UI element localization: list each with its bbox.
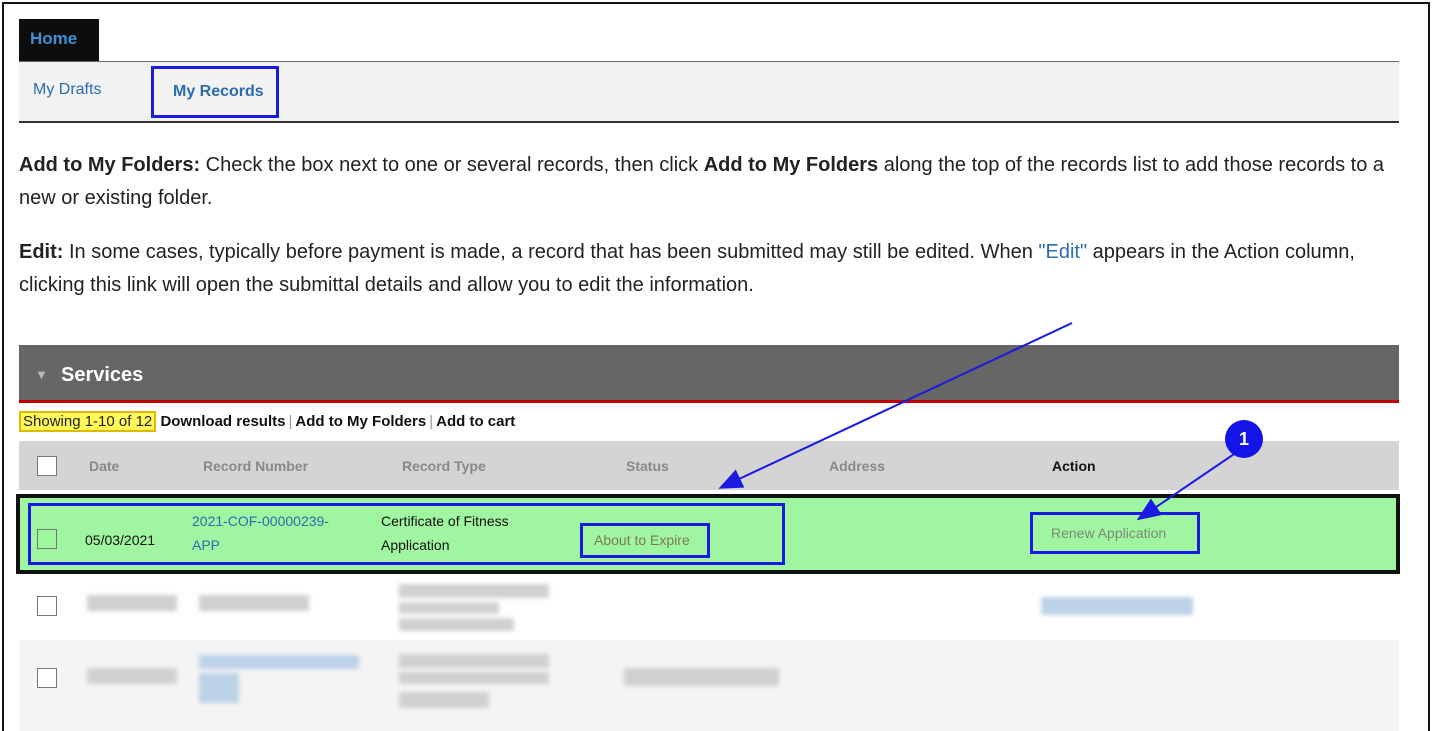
separator: |	[429, 413, 434, 430]
column-record-type[interactable]: Record Type	[402, 458, 486, 474]
annotation-badge: 1	[1225, 420, 1263, 458]
redacted-record-type	[399, 584, 549, 598]
edit-instructions-text-1: In some cases, typically before payment …	[63, 241, 1039, 263]
nav-my-drafts[interactable]: My Drafts	[33, 81, 101, 99]
add-to-folders-heading: Add to My Folders:	[19, 154, 201, 176]
add-to-folders-link[interactable]: Add to My Folders	[295, 413, 426, 430]
home-tab[interactable]: Home	[19, 19, 99, 61]
services-section-header[interactable]: ▼ Services	[19, 345, 1399, 403]
row-record-number[interactable]: 2021-COF-00000239- APP	[192, 509, 329, 557]
redacted-record-number	[199, 595, 309, 611]
column-action: Action	[1052, 458, 1096, 474]
row-checkbox[interactable]	[37, 596, 57, 616]
separator: |	[288, 413, 293, 430]
table-header: Date Record Number Record Type Status Ad…	[19, 441, 1399, 490]
table-row-highlighted: 05/03/2021 2021-COF-00000239- APP Certif…	[16, 494, 1400, 574]
add-to-folders-emphasis: Add to My Folders	[703, 154, 879, 176]
showing-count: Showing 1-10 of 12	[19, 411, 157, 432]
record-number-line-1[interactable]: 2021-COF-00000239-	[192, 509, 329, 533]
edit-instructions: Edit: In some cases, typically before pa…	[19, 236, 1399, 302]
row-record-type: Certificate of Fitness Application	[381, 509, 509, 557]
home-tab-label: Home	[30, 29, 78, 48]
sub-navigation: My Drafts My Records	[19, 61, 1399, 123]
download-results-link[interactable]: Download results	[160, 413, 285, 430]
table-row	[19, 640, 1399, 731]
redacted-record-type	[399, 654, 549, 668]
redacted-date	[87, 668, 177, 684]
column-status[interactable]: Status	[626, 458, 669, 474]
column-date[interactable]: Date	[89, 458, 119, 474]
edit-link[interactable]: "Edit"	[1038, 241, 1087, 263]
row-checkbox[interactable]	[37, 529, 57, 549]
row-checkbox[interactable]	[37, 668, 57, 688]
record-number-line-2[interactable]: APP	[192, 533, 329, 557]
redacted-status	[624, 668, 779, 686]
nav-my-records[interactable]: My Records	[173, 83, 264, 101]
renew-application-link[interactable]: Renew Application	[1051, 525, 1166, 541]
table-row	[19, 580, 1399, 636]
add-to-folders-instructions: Add to My Folders: Check the box next to…	[19, 149, 1399, 215]
column-record-number[interactable]: Record Number	[203, 458, 308, 474]
column-address[interactable]: Address	[829, 458, 885, 474]
redacted-record-type	[399, 672, 549, 684]
redacted-record-number[interactable]	[199, 655, 359, 669]
services-title: Services	[61, 364, 144, 386]
add-instructions-text-1: Check the box next to one or several rec…	[200, 154, 704, 176]
redacted-record-number[interactable]	[199, 673, 239, 703]
record-type-line-2: Application	[381, 537, 450, 553]
row-status: About to Expire	[594, 532, 690, 548]
redacted-action-link[interactable]	[1041, 597, 1193, 615]
redacted-record-type	[399, 602, 499, 614]
add-to-cart-link[interactable]: Add to cart	[436, 413, 515, 430]
nav-my-records-highlight[interactable]: My Records	[151, 66, 279, 118]
redacted-date	[87, 595, 177, 611]
redacted-record-type	[399, 618, 514, 631]
collapse-chevron-icon[interactable]: ▼	[35, 367, 48, 382]
record-type-line-1: Certificate of Fitness	[381, 513, 509, 529]
edit-heading: Edit:	[19, 241, 64, 263]
select-all-checkbox[interactable]	[37, 456, 57, 476]
renew-highlight-box: Renew Application	[1030, 512, 1200, 554]
row-date: 05/03/2021	[85, 532, 156, 548]
redacted-record-type	[399, 692, 489, 708]
status-highlight-box: About to Expire	[580, 523, 710, 558]
results-toolbar: Showing 1-10 of 12 Download results | Add …	[19, 411, 515, 433]
